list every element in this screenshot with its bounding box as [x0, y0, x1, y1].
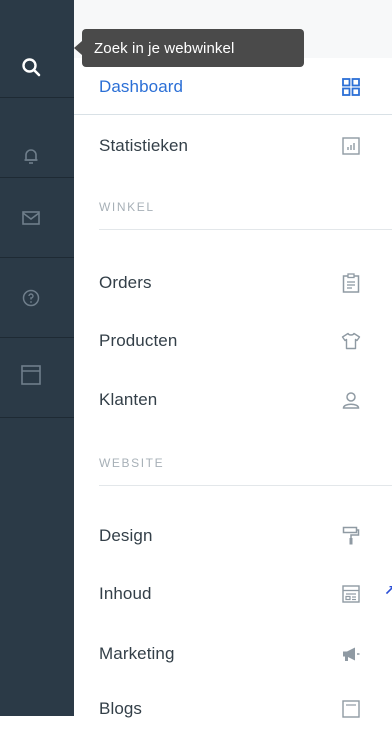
section-heading-shop: WINKEL — [99, 200, 155, 214]
nav-item-statistics[interactable]: Statistieken — [74, 119, 392, 173]
active-item-underline — [74, 114, 392, 115]
side-rail — [0, 0, 74, 716]
grid-icon — [340, 76, 362, 98]
mail-icon — [20, 207, 42, 229]
rail-messages-button[interactable] — [0, 178, 74, 258]
rail-help-button[interactable] — [0, 258, 74, 338]
edge-overflow-glyph: ↗ — [384, 583, 392, 599]
layout-icon — [340, 583, 362, 605]
nav-item-orders[interactable]: Orders — [74, 256, 392, 310]
clipboard-icon — [340, 272, 362, 294]
nav-item-label: Dashboard — [99, 77, 184, 96]
blog-icon — [340, 698, 362, 720]
tooltip-text: Zoek in je webwinkel — [94, 39, 235, 57]
rail-search-button[interactable] — [0, 0, 74, 98]
paint-roller-icon — [340, 525, 362, 547]
navigation-panel: Dashboard Statistieken WINKEL Orders Pro… — [74, 0, 392, 718]
section-heading-website: WEBSITE — [99, 456, 165, 470]
help-icon — [20, 287, 42, 309]
nav-item-label: Inhoud — [99, 584, 152, 603]
rail-notifications-button[interactable] — [0, 98, 74, 178]
window-icon — [20, 364, 42, 386]
section-divider — [99, 229, 392, 230]
nav-item-label: Design — [99, 526, 153, 545]
bell-icon — [20, 145, 42, 167]
search-icon — [20, 56, 42, 78]
search-tooltip: Zoek in je webwinkel — [74, 29, 304, 67]
megaphone-icon — [340, 643, 362, 665]
nav-item-label: Orders — [99, 273, 152, 292]
nav-item-design[interactable]: Design — [74, 509, 392, 563]
section-divider — [99, 485, 392, 486]
tooltip-arrow — [74, 41, 82, 55]
nav-item-label: Producten — [99, 331, 178, 350]
nav-item-label: Statistieken — [99, 136, 189, 155]
rail-footer — [0, 700, 74, 716]
nav-item-label: Marketing — [99, 644, 175, 663]
user-icon — [340, 389, 362, 411]
chart-icon — [340, 135, 362, 157]
nav-item-products[interactable]: Producten — [74, 314, 392, 368]
nav-item-dashboard[interactable]: Dashboard — [74, 60, 392, 114]
nav-item-marketing[interactable]: Marketing — [74, 627, 392, 681]
nav-item-content[interactable]: Inhoud — [74, 567, 392, 621]
nav-item-blogs[interactable]: Blogs — [74, 682, 392, 736]
nav-item-label: Klanten — [99, 390, 158, 409]
nav-item-label: Blogs — [99, 699, 143, 718]
rail-window-button[interactable] — [0, 338, 74, 418]
nav-item-customers[interactable]: Klanten — [74, 373, 392, 427]
shirt-icon — [340, 330, 362, 352]
